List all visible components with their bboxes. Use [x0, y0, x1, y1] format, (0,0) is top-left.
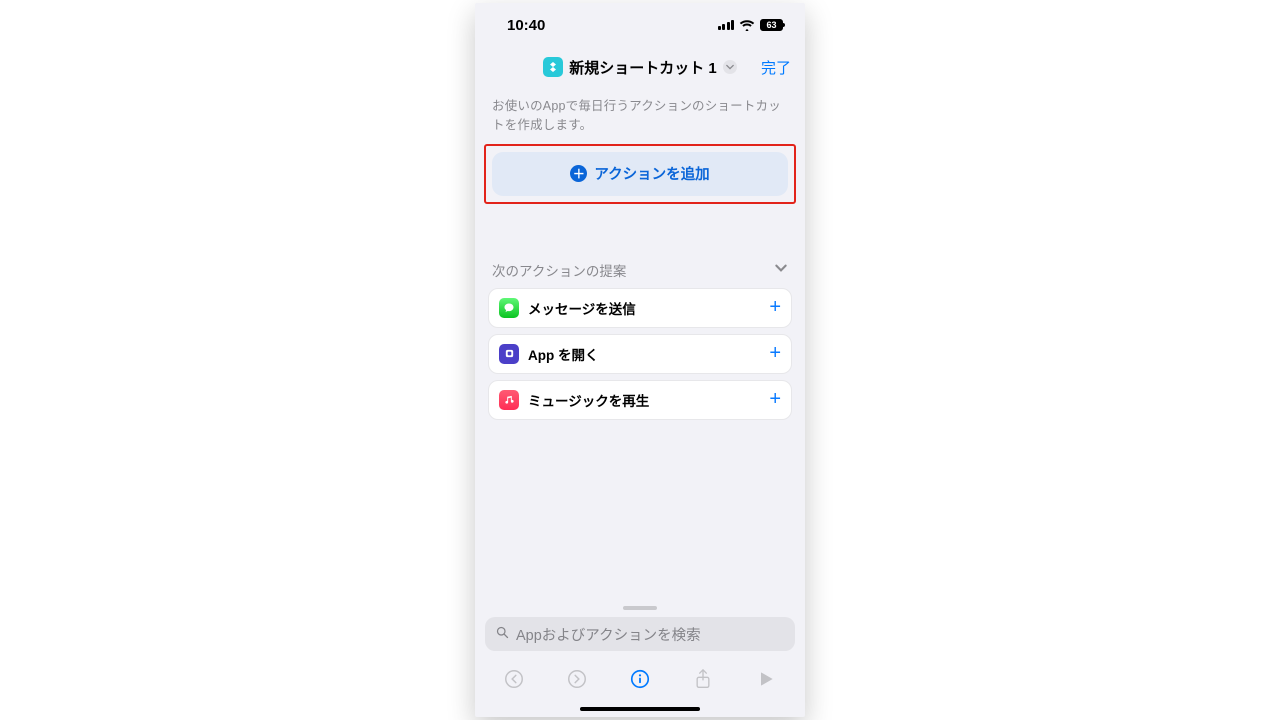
highlight-box: ＋ アクションを追加 — [484, 144, 796, 204]
chevron-down-icon[interactable] — [723, 60, 737, 74]
suggestion-row-open-app[interactable]: App を開く + — [488, 334, 792, 374]
plus-icon[interactable]: + — [769, 296, 781, 319]
search-placeholder: Appおよびアクションを検索 — [516, 624, 701, 645]
hint-text: お使いのAppで毎日行うアクションのショートカットを作成します。 — [492, 97, 788, 136]
add-action-label: アクションを追加 — [594, 163, 709, 184]
suggestion-row-messages[interactable]: メッセージを送信 + — [488, 288, 792, 328]
status-time: 10:40 — [507, 17, 545, 34]
toolbar — [475, 657, 805, 701]
shortcut-name: 新規ショートカット 1 — [569, 57, 717, 78]
search-input[interactable]: Appおよびアクションを検索 — [485, 617, 795, 651]
suggestion-label: App を開く — [528, 344, 760, 364]
battery-icon: 63 — [760, 19, 783, 31]
search-icon — [495, 625, 510, 644]
messages-app-icon — [499, 298, 519, 318]
suggestion-label: メッセージを送信 — [528, 298, 760, 318]
music-app-icon — [499, 390, 519, 410]
done-button[interactable]: 完了 — [761, 57, 791, 78]
content-area: お使いのAppで毎日行うアクションのショートカットを作成します。 ＋ アクション… — [475, 87, 805, 606]
suggestion-label: ミュージックを再生 — [528, 390, 760, 410]
undo-button[interactable] — [494, 668, 534, 690]
share-button[interactable] — [683, 668, 723, 690]
home-indicator[interactable] — [580, 707, 700, 711]
wifi-icon — [739, 19, 755, 31]
add-action-button[interactable]: ＋ アクションを追加 — [492, 152, 788, 196]
play-button[interactable] — [746, 669, 786, 689]
suggestion-row-music[interactable]: ミュージックを再生 + — [488, 380, 792, 420]
suggestions-header[interactable]: 次のアクションの提案 — [492, 260, 788, 280]
plus-icon[interactable]: + — [769, 342, 781, 365]
bottom-panel: Appおよびアクションを検索 — [475, 606, 805, 717]
nav-bar: 新規ショートカット 1 完了 — [475, 47, 805, 87]
phone-frame: 10:40 63 新規ショートカット 1 完了 お使いのAppで毎日行うアクショ… — [475, 3, 805, 717]
drag-handle[interactable] — [623, 606, 657, 610]
shortcuts-app-icon — [543, 57, 563, 77]
nav-title-group[interactable]: 新規ショートカット 1 — [543, 57, 737, 78]
plus-icon[interactable]: + — [769, 388, 781, 411]
redo-button[interactable] — [557, 668, 597, 690]
suggestions-title: 次のアクションの提案 — [492, 260, 626, 280]
open-app-icon — [499, 344, 519, 364]
info-button[interactable] — [620, 668, 660, 690]
chevron-down-icon — [774, 261, 788, 278]
status-bar: 10:40 63 — [475, 3, 805, 47]
status-right: 63 — [718, 19, 784, 31]
plus-circle-icon: ＋ — [570, 165, 587, 182]
cellular-icon — [718, 20, 735, 30]
suggestions-list: メッセージを送信 + App を開く + ミュージックを再生 + — [488, 288, 792, 420]
